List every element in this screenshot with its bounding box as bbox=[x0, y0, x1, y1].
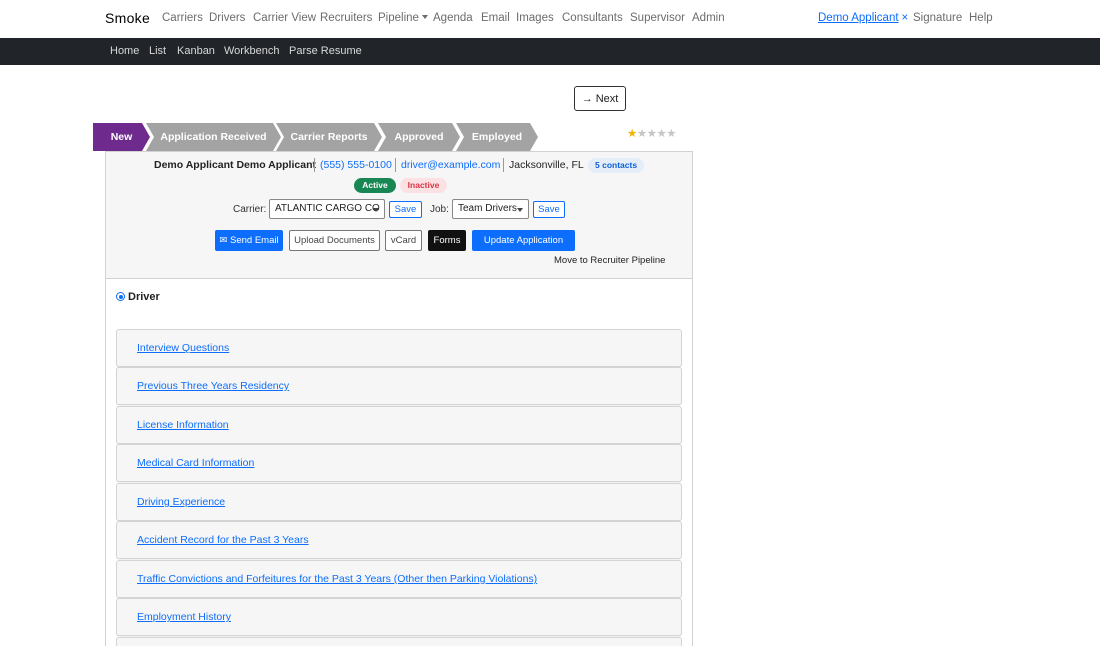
nav-carrier-view[interactable]: Carrier View bbox=[253, 12, 316, 24]
carrier-select[interactable]: ATLANTIC CARGO CO bbox=[269, 199, 385, 219]
nav-images[interactable]: Images bbox=[516, 12, 554, 24]
save-job-button[interactable]: Save bbox=[533, 201, 565, 218]
close-icon[interactable]: × bbox=[902, 12, 909, 24]
divider bbox=[395, 158, 396, 172]
divider bbox=[503, 158, 504, 172]
job-select[interactable]: Team Drivers bbox=[452, 199, 529, 219]
nav-agenda[interactable]: Agenda bbox=[433, 12, 473, 24]
arrow-right-icon: → bbox=[581, 92, 593, 105]
status-inactive-badge[interactable]: Inactive bbox=[400, 178, 447, 193]
forms-button[interactable]: Forms bbox=[428, 230, 466, 251]
current-user-name: Demo Applicant bbox=[818, 12, 899, 24]
carrier-select-value: ATLANTIC CARGO CO bbox=[275, 203, 380, 214]
divider bbox=[314, 158, 315, 172]
nav-signature[interactable]: Signature bbox=[913, 12, 962, 24]
section-link[interactable]: Previous Three Years Residency bbox=[137, 380, 289, 392]
section-interview-questions[interactable]: Interview Questions bbox=[116, 329, 682, 367]
nav-recruiters[interactable]: Recruiters bbox=[320, 12, 372, 24]
nav-admin[interactable]: Admin bbox=[692, 12, 725, 24]
carrier-label: Carrier: bbox=[233, 204, 267, 215]
subnav-home[interactable]: Home bbox=[110, 45, 139, 57]
section-accident-record[interactable]: Accident Record for the Past 3 Years bbox=[116, 521, 682, 559]
section-traffic-convictions[interactable]: Traffic Convictions and Forfeitures for … bbox=[116, 560, 682, 598]
upload-documents-button[interactable]: Upload Documents bbox=[289, 230, 380, 251]
applicant-email-link[interactable]: driver@example.com bbox=[401, 159, 500, 171]
status-active-badge[interactable]: Active bbox=[354, 178, 396, 193]
section-link[interactable]: Driving Experience bbox=[137, 496, 225, 508]
star-icon[interactable]: ★ bbox=[647, 128, 657, 140]
contacts-badge[interactable]: 5 contacts bbox=[588, 158, 645, 173]
driver-radio[interactable] bbox=[116, 292, 125, 301]
star-icon[interactable]: ★ bbox=[656, 128, 666, 140]
driver-radio-label[interactable]: Driver bbox=[128, 291, 160, 303]
subnav-parse-resume[interactable]: Parse Resume bbox=[289, 45, 362, 57]
nav-supervisor[interactable]: Supervisor bbox=[630, 12, 685, 24]
stage-label: Approved bbox=[394, 131, 444, 143]
send-email-label: Send Email bbox=[230, 235, 279, 246]
star-icon[interactable]: ★ bbox=[637, 128, 647, 140]
stage-label: Carrier Reports bbox=[290, 131, 368, 143]
applicant-phone-link[interactable]: (555) 555-0100 bbox=[320, 159, 392, 171]
stage-new[interactable]: New bbox=[93, 123, 150, 151]
nav-pipeline-dropdown[interactable]: Pipeline bbox=[378, 12, 428, 24]
subnav-kanban[interactable]: Kanban bbox=[177, 45, 215, 57]
applicant-location: Jacksonville, FL bbox=[509, 159, 584, 171]
applicant-name: Demo Applicant Demo Applicant bbox=[154, 159, 316, 171]
job-select-value: Team Drivers bbox=[458, 203, 517, 214]
brand-logo[interactable]: Smoke bbox=[105, 10, 150, 26]
stage-label: Application Received bbox=[160, 131, 267, 143]
next-button-label: Next bbox=[595, 92, 619, 105]
chevron-down-icon bbox=[373, 208, 379, 212]
chevron-down-icon bbox=[517, 208, 523, 212]
stage-label: Employed bbox=[471, 131, 523, 143]
nav-help[interactable]: Help bbox=[969, 12, 993, 24]
rating-stars[interactable]: ★★★★★ bbox=[627, 128, 677, 140]
save-carrier-button[interactable]: Save bbox=[389, 201, 422, 218]
subnav-workbench[interactable]: Workbench bbox=[224, 45, 279, 57]
section-employment-history[interactable]: Employment History bbox=[116, 598, 682, 636]
section-link[interactable]: Accident Record for the Past 3 Years bbox=[137, 534, 309, 546]
send-email-button[interactable]: ✉ Send Email bbox=[215, 230, 283, 251]
secondary-navbar: Home List Kanban Workbench Parse Resume bbox=[0, 38, 1100, 65]
star-icon[interactable]: ★ bbox=[666, 128, 676, 140]
subnav-list[interactable]: List bbox=[149, 45, 166, 57]
nav-drivers[interactable]: Drivers bbox=[209, 12, 245, 24]
current-user-link[interactable]: Demo Applicant × bbox=[818, 12, 908, 24]
section-link[interactable]: Traffic Convictions and Forfeitures for … bbox=[137, 573, 537, 585]
nav-carriers[interactable]: Carriers bbox=[162, 12, 203, 24]
next-button[interactable]: → Next bbox=[574, 86, 626, 111]
chevron-down-icon bbox=[421, 15, 428, 19]
envelope-icon: ✉ bbox=[219, 235, 228, 246]
star-icon[interactable]: ★ bbox=[627, 128, 637, 140]
section-next-partial[interactable] bbox=[116, 637, 682, 646]
section-residency[interactable]: Previous Three Years Residency bbox=[116, 367, 682, 405]
vcard-button[interactable]: vCard bbox=[385, 230, 422, 251]
nav-email[interactable]: Email bbox=[481, 12, 510, 24]
job-label: Job: bbox=[430, 204, 449, 215]
stage-employed[interactable]: Employed bbox=[456, 123, 538, 151]
section-medical-card[interactable]: Medical Card Information bbox=[116, 444, 682, 482]
nav-pipeline-label: Pipeline bbox=[378, 12, 419, 24]
move-to-recruiter-pipeline-link[interactable]: Move to Recruiter Pipeline bbox=[554, 255, 665, 266]
section-link[interactable]: License Information bbox=[137, 419, 229, 431]
stage-application-received[interactable]: Application Received bbox=[146, 123, 281, 151]
section-driving-experience[interactable]: Driving Experience bbox=[116, 483, 682, 521]
section-link[interactable]: Interview Questions bbox=[137, 342, 229, 354]
section-license-information[interactable]: License Information bbox=[116, 406, 682, 444]
stage-carrier-reports[interactable]: Carrier Reports bbox=[276, 123, 382, 151]
section-link[interactable]: Medical Card Information bbox=[137, 457, 254, 469]
top-navbar: Smoke Carriers Drivers Carrier View Recr… bbox=[0, 0, 1100, 38]
section-link[interactable]: Employment History bbox=[137, 611, 231, 623]
update-application-button[interactable]: Update Application bbox=[472, 230, 575, 251]
stage-approved[interactable]: Approved bbox=[378, 123, 460, 151]
nav-consultants[interactable]: Consultants bbox=[562, 12, 623, 24]
stage-label: New bbox=[110, 131, 133, 143]
